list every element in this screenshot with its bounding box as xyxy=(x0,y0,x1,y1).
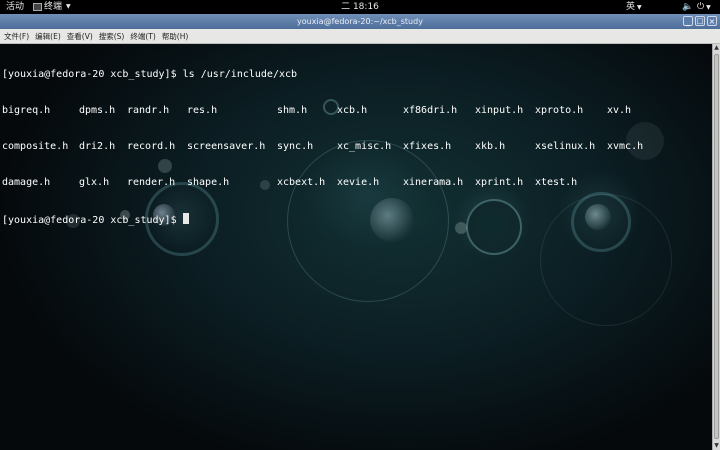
wallpaper-bubble xyxy=(370,198,414,242)
menu-view[interactable]: 查看(V) xyxy=(67,31,93,42)
prompt: [youxia@fedora-20 xcb_study]$ xyxy=(2,215,177,226)
file-entry: xevie.h xyxy=(337,177,380,188)
ls-output-row: composite.h dri2.h record.h screensaver.h sy… xyxy=(2,141,643,153)
file-entry: xproto.h xyxy=(535,105,584,116)
file-entry: xprint.h xyxy=(475,177,524,188)
menu-bar: 文件(F) 编辑(E) 查看(V) 搜索(S) 终端(T) 帮助(H) xyxy=(0,29,720,44)
window-title: youxia@fedora-20:~/xcb_study xyxy=(297,17,423,26)
close-button[interactable] xyxy=(707,14,717,29)
input-method-label: 英 xyxy=(626,2,636,12)
menu-edit[interactable]: 编辑(E) xyxy=(35,31,61,42)
file-entry: dpms.h xyxy=(79,105,116,116)
terminal-area[interactable]: [youxia@fedora-20 xcb_study]$ ls /usr/in… xyxy=(0,44,712,450)
power-icon[interactable]: ⏻ ▼ xyxy=(697,0,711,15)
wallpaper-bubble xyxy=(287,140,449,302)
file-entry: xf86dri.h xyxy=(403,105,458,116)
text-cursor xyxy=(182,213,189,224)
file-entry: xtest.h xyxy=(535,177,578,188)
wallpaper-bubble xyxy=(455,222,467,234)
clock[interactable]: 二 18:16 xyxy=(0,0,720,14)
menu-search[interactable]: 搜索(S) xyxy=(99,31,125,42)
ls-output-row: damage.h glx.h render.h shape.h xcbext.h xevi… xyxy=(2,177,577,189)
menu-file[interactable]: 文件(F) xyxy=(4,31,29,42)
top-bar: 活动 终端 ▼ 二 18:16 英 ▼ 🔈 ⏻ ▼ xyxy=(0,0,720,14)
menu-terminal[interactable]: 终端(T) xyxy=(130,31,155,42)
file-entry: record.h xyxy=(127,141,176,152)
file-entry: shape.h xyxy=(187,177,230,188)
file-entry: xinput.h xyxy=(475,105,524,116)
scroll-up-icon[interactable]: ▲ xyxy=(713,44,720,52)
file-entry: damage.h xyxy=(2,177,51,188)
file-entry: render.h xyxy=(127,177,176,188)
command-line: [youxia@fedora-20 xcb_study]$ xyxy=(2,213,297,226)
file-entry: xvmc.h xyxy=(607,141,644,152)
vertical-scrollbar[interactable]: ▲ ▼ xyxy=(712,44,720,450)
input-method-indicator[interactable]: 英 ▼ xyxy=(626,0,642,15)
chevron-down-icon: ▼ xyxy=(637,4,642,11)
ls-output-row: bigreq.h dpms.h randr.h res.h shm.h xcb.h xf86… xyxy=(2,105,631,117)
file-entry: xfixes.h xyxy=(403,141,452,152)
volume-icon[interactable]: 🔈 xyxy=(682,0,693,14)
file-entry: shm.h xyxy=(277,105,308,116)
file-entry: xv.h xyxy=(607,105,632,116)
file-entry: xkb.h xyxy=(475,141,506,152)
file-entry: glx.h xyxy=(79,177,110,188)
command-text: ls /usr/include/xcb xyxy=(182,69,298,80)
file-entry: sync.h xyxy=(277,141,314,152)
file-entry: screensaver.h xyxy=(187,141,266,152)
maximize-button[interactable] xyxy=(695,14,705,29)
menu-help[interactable]: 帮助(H) xyxy=(162,31,189,42)
file-entry: xcb.h xyxy=(337,105,368,116)
command-line: [youxia@fedora-20 xcb_study]$ ls /usr/in… xyxy=(2,69,297,81)
scroll-down-icon[interactable]: ▼ xyxy=(713,442,720,450)
window-title-bar[interactable]: youxia@fedora-20:~/xcb_study xyxy=(0,14,720,29)
file-entry: res.h xyxy=(187,105,218,116)
file-entry: composite.h xyxy=(2,141,69,152)
chevron-down-icon: ▼ xyxy=(706,4,711,11)
file-entry: xinerama.h xyxy=(403,177,464,188)
wallpaper-bubble xyxy=(466,199,522,255)
file-entry: xselinux.h xyxy=(535,141,596,152)
file-entry: xc_misc.h xyxy=(337,141,392,152)
prompt: [youxia@fedora-20 xcb_study]$ xyxy=(2,69,177,80)
file-entry: xcbext.h xyxy=(277,177,326,188)
scrollbar-thumb[interactable] xyxy=(714,54,719,439)
terminal-output: [youxia@fedora-20 xcb_study]$ ls /usr/in… xyxy=(2,45,643,249)
file-entry: dri2.h xyxy=(79,141,116,152)
file-entry: bigreq.h xyxy=(2,105,51,116)
minimize-button[interactable] xyxy=(683,14,693,29)
wallpaper-bubble xyxy=(585,204,611,230)
file-entry: randr.h xyxy=(127,105,170,116)
